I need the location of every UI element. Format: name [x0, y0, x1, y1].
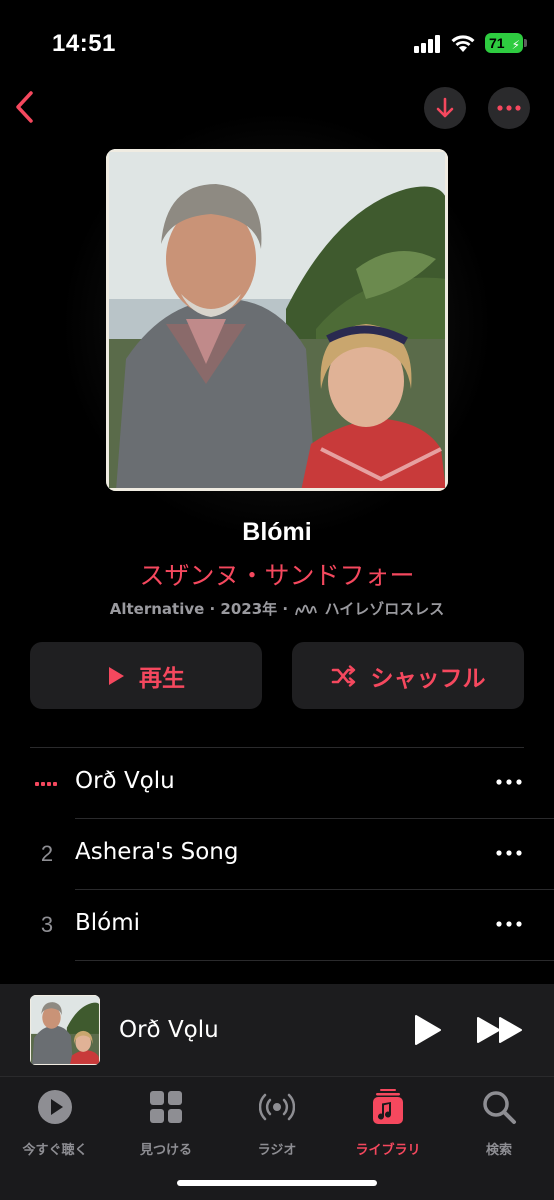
shuffle-button[interactable]: シャッフル	[292, 642, 524, 709]
track-row[interactable]: Orð Vǫlu	[0, 748, 554, 819]
tab-browse[interactable]: 見つける	[111, 1085, 221, 1158]
mini-play-icon[interactable]	[412, 1014, 442, 1046]
mini-player-title: Orð Vǫlu	[119, 1017, 219, 1043]
audio-format: ハイレゾロスレス	[324, 600, 445, 618]
track-more-icon[interactable]	[494, 914, 524, 934]
grid-icon	[150, 1091, 182, 1123]
track-title: Blómi	[75, 910, 141, 936]
more-options-button[interactable]	[488, 87, 530, 129]
battery-level: 71	[489, 35, 505, 51]
charging-bolt-icon: ⚡	[511, 38, 520, 52]
track-more-icon[interactable]	[494, 843, 524, 863]
mini-album-cover-image	[30, 995, 100, 1065]
album-artist[interactable]: スザンヌ・サンドフォー	[0, 556, 554, 592]
cellular-signal-icon	[414, 35, 442, 53]
track-more-icon[interactable]	[494, 772, 524, 792]
track-title: Ashera's Song	[75, 839, 239, 865]
ellipsis-icon	[497, 105, 521, 111]
tab-radio[interactable]: ラジオ	[222, 1085, 332, 1158]
play-icon	[109, 666, 124, 685]
tab-search[interactable]: 検索	[444, 1085, 554, 1158]
mini-player-artwork	[30, 995, 100, 1065]
tab-label: 見つける	[139, 1143, 192, 1158]
home-indicator[interactable]	[177, 1180, 377, 1186]
status-bar: 14:51 71 ⚡	[0, 0, 554, 80]
play-label: 再生	[139, 665, 185, 692]
album-metadata: Alternative · 2023年 · ハイレゾロスレス	[0, 598, 554, 619]
album-cover-image	[106, 149, 448, 491]
tab-listen-now[interactable]: 今すぐ聴く	[0, 1085, 110, 1158]
album-artwork	[106, 149, 448, 491]
track-row[interactable]: 2 Ashera's Song	[0, 819, 554, 890]
tab-label: ラジオ	[257, 1143, 297, 1158]
wifi-icon	[451, 35, 475, 52]
tab-label: 今すぐ聴く	[22, 1143, 88, 1158]
row-divider	[75, 960, 554, 961]
play-button[interactable]: 再生	[30, 642, 262, 709]
track-row[interactable]: 3 Blómi	[0, 890, 554, 961]
album-title: Blómi	[242, 518, 312, 546]
battery-indicator: 71 ⚡	[485, 33, 523, 53]
track-number: 2	[40, 841, 54, 866]
track-title: Orð Vǫlu	[75, 768, 175, 794]
mini-player[interactable]: Orð Vǫlu	[0, 984, 554, 1076]
genre-year: Alternative · 2023年 ·	[109, 600, 294, 618]
status-time: 14:51	[52, 30, 116, 57]
search-icon	[483, 1091, 516, 1124]
battery-tip	[524, 39, 527, 47]
tab-library[interactable]: ライブラリ	[333, 1085, 443, 1158]
lossless-waveform-icon	[295, 604, 318, 616]
back-chevron-icon[interactable]	[10, 87, 40, 127]
track-number: 3	[40, 912, 54, 937]
play-circle-icon	[38, 1090, 72, 1124]
tab-label: 検索	[485, 1143, 512, 1158]
shuffle-label: シャッフル	[370, 665, 486, 692]
tab-label: ライブラリ	[355, 1143, 421, 1158]
shuffle-icon	[331, 664, 355, 687]
music-library-icon	[373, 1089, 403, 1124]
fast-forward-icon[interactable]	[476, 1016, 524, 1044]
now-playing-indicator-icon	[35, 782, 61, 788]
radio-waves-icon	[259, 1093, 295, 1121]
